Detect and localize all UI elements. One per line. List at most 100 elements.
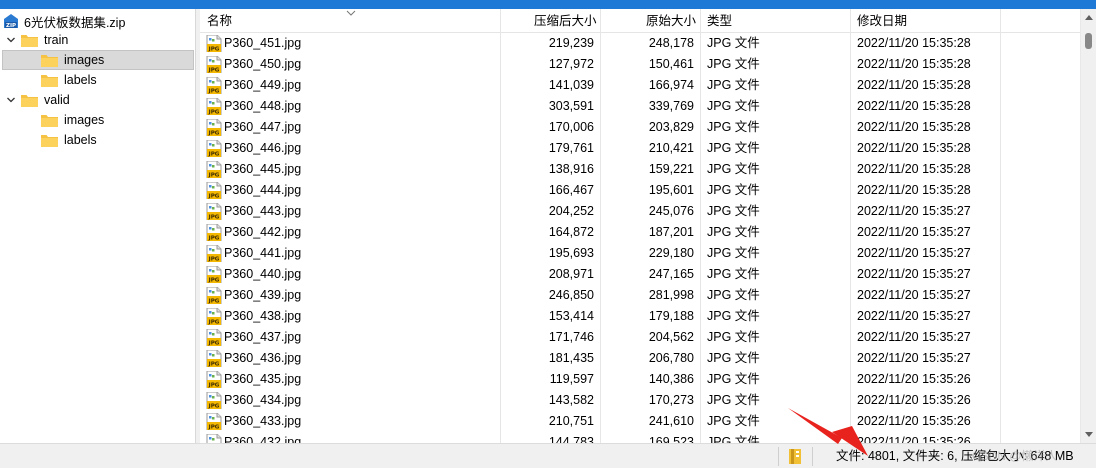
file-type: JPG 文件 [707, 120, 760, 134]
file-row[interactable]: JPG P360_445.jpg 138,916 159,221 JPG 文件 2022/… [200, 159, 1080, 180]
file-row[interactable]: JPGP360_432.jpg 144,783 169,523 JPG 文件 2022/… [200, 432, 1080, 443]
jpg-file-icon: JPG [206, 56, 222, 73]
file-name: P360_443.jpg [224, 204, 302, 218]
file-modified: 2022/11/20 15:35:27 [857, 204, 971, 218]
vertical-scrollbar[interactable] [1080, 9, 1096, 443]
tree-item-label: images [64, 113, 105, 127]
file-original-size: 159,221 [648, 162, 694, 176]
folder-icon [41, 114, 58, 127]
file-type: JPG 文件 [707, 141, 760, 155]
svg-text:JPG: JPG [208, 131, 220, 136]
file-row[interactable]: JPG P360_434.jpg 143,582 170,273 JPG 文件 2022/… [200, 390, 1080, 411]
tree-item-train[interactable]: train [5, 30, 68, 50]
file-row[interactable]: JPG P360_435.jpg 119,597 140,386 JPG 文件 2022/… [200, 369, 1080, 390]
file-row[interactable]: JPG P360_449.jpg 141,039 166,974 JPG 文件 2022/… [200, 75, 1080, 96]
file-packed-size: 119,597 [549, 372, 594, 386]
file-type: JPG 文件 [707, 99, 760, 113]
svg-text:JPG: JPG [208, 110, 220, 115]
file-type: JPG 文件 [707, 288, 760, 302]
file-row[interactable]: JPG P360_442.jpg 164,872 187,201 JPG 文件 2022/… [200, 222, 1080, 243]
file-list[interactable]: 名称 压缩后大小 原始大小 类型 修改日期 JPG P360_451.jpg 219… [200, 9, 1080, 443]
svg-text:JPG: JPG [208, 68, 220, 73]
file-row[interactable]: JPG P360_433.jpg 210,751 241,610 JPG 文件 2022/… [200, 411, 1080, 432]
file-row[interactable]: JPG P360_440.jpg 208,971 247,165 JPG 文件 2022/… [200, 264, 1080, 285]
file-type: JPG 文件 [707, 372, 760, 386]
file-packed-size: 171,746 [548, 330, 594, 344]
file-name: P360_441.jpg [224, 246, 302, 260]
status-divider [778, 447, 779, 466]
tree-root-zip[interactable]: ZIP 6光伏板数据集.zip [3, 11, 125, 31]
tree-item-label: labels [64, 73, 97, 87]
tree-item-label: images [64, 53, 105, 67]
file-original-size: 247,165 [648, 267, 694, 281]
file-type: JPG 文件 [707, 204, 760, 218]
watermark: CSDN @懒洋人 [972, 449, 1058, 463]
file-type: JPG 文件 [707, 309, 760, 323]
file-modified: 2022/11/20 15:35:27 [857, 225, 971, 239]
file-modified: 2022/11/20 15:35:28 [857, 141, 971, 155]
jpg-file-icon: JPG [206, 245, 222, 262]
file-row[interactable]: JPG P360_444.jpg 166,467 195,601 JPG 文件 2022/… [200, 180, 1080, 201]
chevron-down-icon[interactable] [5, 34, 17, 46]
file-row[interactable]: JPG P360_448.jpg 303,591 339,769 JPG 文件 2022/… [200, 96, 1080, 117]
folder-icon [41, 54, 58, 67]
file-type: JPG 文件 [707, 246, 760, 260]
jpg-file-icon: JPG [206, 35, 222, 52]
column-type[interactable]: 类型 [707, 9, 732, 33]
file-packed-size: 153,414 [548, 309, 594, 323]
column-modified[interactable]: 修改日期 [857, 9, 907, 33]
tree-item-train-images[interactable]: images [2, 50, 194, 70]
file-original-size: 140,386 [648, 372, 694, 386]
file-row[interactable]: JPG P360_439.jpg 246,850 281,998 JPG 文件 2022/… [200, 285, 1080, 306]
jpg-file-icon: JPG [206, 350, 222, 367]
file-row[interactable]: JPG P360_451.jpg 219,239 248,178 JPG 文件 2022/… [200, 33, 1080, 54]
file-row[interactable]: JPG P360_450.jpg 127,972 150,461 JPG 文件 2022/… [200, 54, 1080, 75]
file-type: JPG 文件 [707, 267, 760, 281]
folder-icon [41, 134, 58, 147]
jpg-file-icon: JPG [206, 329, 222, 346]
jpg-file-icon: JPG [206, 98, 222, 115]
file-row[interactable]: JPG P360_436.jpg 181,435 206,780 JPG 文件 2022/… [200, 348, 1080, 369]
scroll-down-icon[interactable] [1085, 432, 1093, 437]
file-row[interactable]: JPG P360_437.jpg 171,746 204,562 JPG 文件 2022/… [200, 327, 1080, 348]
file-packed-size: 210,751 [548, 414, 594, 428]
jpg-file-icon: JPG [206, 392, 222, 409]
file-row[interactable]: JPG P360_441.jpg 195,693 229,180 JPG 文件 2022/… [200, 243, 1080, 264]
tree-item-valid-labels[interactable]: labels [41, 130, 97, 150]
column-original-size[interactable]: 原始大小 [646, 9, 696, 33]
tree-item-valid[interactable]: valid [5, 90, 70, 110]
folder-icon [21, 34, 38, 47]
file-modified: 2022/11/20 15:35:27 [857, 330, 971, 344]
file-type: JPG 文件 [707, 393, 760, 407]
column-header: 名称 压缩后大小 原始大小 类型 修改日期 [200, 9, 1080, 33]
tree-item-valid-images[interactable]: images [41, 110, 104, 130]
file-type: JPG 文件 [707, 225, 760, 239]
file-packed-size: 170,006 [548, 120, 594, 134]
svg-text:JPG: JPG [208, 278, 220, 283]
file-row[interactable]: JPG P360_446.jpg 179,761 210,421 JPG 文件 2022/… [200, 138, 1080, 159]
file-modified: 2022/11/20 15:35:28 [857, 99, 971, 113]
file-row[interactable]: JPG P360_438.jpg 153,414 179,188 JPG 文件 2022/… [200, 306, 1080, 327]
file-row[interactable]: JPG P360_447.jpg 170,006 203,829 JPG 文件 2022/… [200, 117, 1080, 138]
folder-tree[interactable]: ZIP 6光伏板数据集.zip train images labels vali… [0, 9, 196, 443]
file-packed-size: 246,850 [548, 288, 594, 302]
zip-archive-icon: ZIP [3, 13, 19, 29]
jpg-file-icon: JPG [206, 203, 222, 220]
scrollbar-thumb[interactable] [1085, 33, 1092, 49]
file-modified: 2022/11/20 15:35:28 [857, 78, 971, 92]
file-original-size: 204,562 [648, 330, 694, 344]
column-name[interactable]: 名称 [207, 9, 232, 33]
file-row[interactable]: JPG P360_443.jpg 204,252 245,076 JPG 文件 2022/… [200, 201, 1080, 222]
file-modified: 2022/11/20 15:35:28 [857, 36, 971, 50]
status-divider [812, 447, 813, 466]
chevron-down-icon[interactable] [5, 94, 17, 106]
svg-text:JPG: JPG [208, 257, 220, 262]
column-packed-size[interactable]: 压缩后大小 [534, 9, 597, 33]
file-modified: 2022/11/20 15:35:28 [857, 162, 971, 176]
file-name: P360_436.jpg [224, 351, 302, 365]
file-packed-size: 181,435 [548, 351, 594, 365]
file-modified: 2022/11/20 15:35:27 [857, 309, 971, 323]
tree-item-train-labels[interactable]: labels [41, 70, 97, 90]
jpg-file-icon: JPG [206, 224, 222, 241]
scroll-up-icon[interactable] [1085, 15, 1093, 20]
